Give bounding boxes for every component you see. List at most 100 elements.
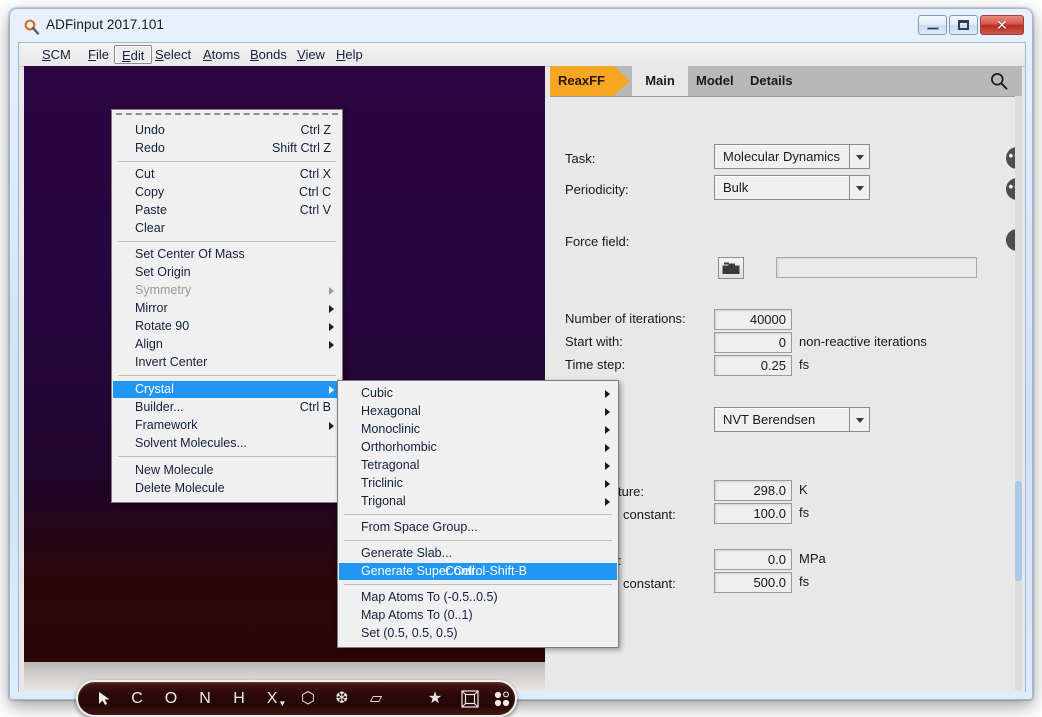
menu-tearoff-handle[interactable] — [116, 113, 338, 118]
menu-item-symmetry[interactable]: Symmetry — [113, 282, 341, 299]
submenu-item-map-atoms-centered[interactable]: Map Atoms To (-0.5..0.5) — [339, 589, 617, 606]
menu-item-label: Redo — [135, 141, 165, 155]
menu-item-align[interactable]: Align — [113, 336, 341, 353]
menu-item-label: Align — [135, 337, 163, 351]
start-with-input[interactable]: 0 — [714, 332, 792, 353]
menu-view[interactable]: View — [290, 45, 332, 64]
time-step-unit: fs — [799, 357, 810, 372]
carbon-tool[interactable]: C — [126, 682, 148, 715]
menu-item-label: Paste — [135, 203, 167, 217]
box-tool[interactable] — [457, 682, 483, 715]
menu-item-label: Set Center Of Mass — [135, 247, 245, 261]
menu-item-framework[interactable]: Framework — [113, 417, 341, 434]
chevron-down-icon[interactable] — [849, 176, 869, 199]
close-button[interactable]: ✕ — [980, 15, 1024, 35]
menu-item-invert-center[interactable]: Invert Center — [113, 354, 341, 371]
menu-item-copy[interactable]: Copy Ctrl C — [113, 184, 341, 201]
submenu-item-set-half[interactable]: Set (0.5, 0.5, 0.5) — [339, 625, 617, 642]
menu-bonds[interactable]: Bonds — [243, 45, 294, 64]
pressure-constant-input[interactable]: 500.0 — [714, 572, 792, 593]
ensemble-combobox[interactable]: NVT Berendsen — [714, 407, 870, 432]
menu-item-builder[interactable]: Builder... Ctrl B — [113, 399, 341, 416]
submenu-arrow-icon — [329, 341, 334, 349]
panel-scrollbar-thumb[interactable] — [1015, 481, 1022, 581]
pressure-input[interactable]: 0.0 — [714, 549, 792, 570]
submenu-item-cubic[interactable]: Cubic — [339, 385, 617, 402]
menu-separator — [118, 375, 336, 376]
tab-details[interactable]: Details — [750, 66, 793, 96]
submenu-arrow-icon — [329, 422, 334, 430]
menu-item-label: Invert Center — [135, 355, 208, 369]
temperature-constant-input[interactable]: 100.0 — [714, 503, 792, 524]
submenu-item-orthorhombic[interactable]: Orthorhombic — [339, 439, 617, 456]
menu-separator — [344, 540, 612, 541]
chevron-down-icon[interactable] — [849, 408, 869, 431]
submenu-item-monoclinic[interactable]: Monoclinic — [339, 421, 617, 438]
submenu-item-trigonal[interactable]: Trigonal — [339, 493, 617, 510]
oxygen-tool[interactable]: O — [160, 682, 182, 715]
menu-item-undo[interactable]: Undo Ctrl Z — [113, 122, 341, 139]
tab-reaxff[interactable]: ReaxFF — [550, 66, 614, 96]
submenu-arrow-icon — [329, 323, 334, 331]
menu-item-solvent-molecules[interactable]: Solvent Molecules... — [113, 435, 341, 452]
other-element-tool[interactable]: X▼ — [260, 682, 292, 715]
maximize-button[interactable] — [949, 15, 978, 35]
submenu-item-hexagonal[interactable]: Hexagonal — [339, 403, 617, 420]
snowflake-tool[interactable]: ❆ — [330, 682, 354, 715]
menu-item-label: Triclinic — [361, 476, 403, 490]
iterations-input[interactable]: 40000 — [714, 309, 792, 330]
window-title: ADFinput 2017.101 — [46, 17, 165, 32]
submenu-arrow-icon — [329, 305, 334, 313]
menu-item-mirror[interactable]: Mirror — [113, 300, 341, 317]
menu-help[interactable]: Help — [329, 45, 370, 64]
chevron-down-icon[interactable] — [849, 145, 869, 168]
menu-item-label: Copy — [135, 185, 165, 199]
submenu-item-from-space-group[interactable]: From Space Group... — [339, 519, 617, 536]
panel-scrollbar-track[interactable] — [1015, 96, 1022, 690]
menu-item-label: Hexagonal — [361, 404, 421, 418]
tab-model[interactable]: Model — [696, 66, 734, 96]
menu-atoms[interactable]: Atoms — [196, 45, 247, 64]
menu-item-paste[interactable]: Paste Ctrl V — [113, 202, 341, 219]
menu-item-delete-molecule[interactable]: Delete Molecule — [113, 480, 341, 497]
plane-tool[interactable]: ▱ — [364, 682, 388, 715]
task-combobox[interactable]: Molecular Dynamics — [714, 144, 870, 169]
menu-edit[interactable]: Edit — [114, 45, 153, 64]
menu-item-set-origin[interactable]: Set Origin — [113, 264, 341, 281]
ring-tool[interactable]: ⬡ — [296, 682, 320, 715]
menu-item-crystal[interactable]: Crystal — [113, 381, 341, 398]
points-tool[interactable] — [489, 682, 515, 715]
force-field-browse-button[interactable] — [718, 257, 744, 279]
temperature-input[interactable]: 298.0 — [714, 480, 792, 501]
menu-file[interactable]: File — [81, 45, 116, 64]
time-step-input[interactable]: 0.25 — [714, 355, 792, 376]
minimize-button[interactable] — [918, 15, 947, 35]
menu-item-new-molecule[interactable]: New Molecule — [113, 462, 341, 479]
menu-item-clear[interactable]: Clear — [113, 220, 341, 237]
select-arrow-icon[interactable] — [90, 682, 118, 715]
menu-item-set-center-of-mass[interactable]: Set Center Of Mass — [113, 246, 341, 263]
menu-item-label: Solvent Molecules... — [135, 436, 247, 450]
menu-separator — [344, 514, 612, 515]
submenu-item-tetragonal[interactable]: Tetragonal — [339, 457, 617, 474]
menu-item-label: Tetragonal — [361, 458, 420, 472]
hydrogen-tool[interactable]: H — [228, 682, 250, 715]
menu-item-label: Set Origin — [135, 265, 191, 279]
star-tool[interactable]: ★ — [423, 682, 447, 715]
submenu-item-triclinic[interactable]: Triclinic — [339, 475, 617, 492]
temperature-unit: K — [799, 482, 808, 497]
periodicity-combobox[interactable]: Bulk — [714, 175, 870, 200]
submenu-item-generate-slab[interactable]: Generate Slab... — [339, 545, 617, 562]
menu-scm[interactable]: SCM — [35, 45, 78, 64]
search-icon[interactable] — [990, 72, 1008, 90]
menu-item-rotate-90[interactable]: Rotate 90 — [113, 318, 341, 335]
submenu-item-map-atoms-unit[interactable]: Map Atoms To (0..1) — [339, 607, 617, 624]
menu-item-cut[interactable]: Cut Ctrl X — [113, 166, 341, 183]
force-field-input[interactable] — [776, 257, 977, 278]
menu-select[interactable]: Select — [148, 45, 198, 64]
tab-main[interactable]: Main — [632, 66, 688, 96]
close-icon: ✕ — [996, 17, 1008, 33]
menu-item-redo[interactable]: Redo Shift Ctrl Z — [113, 140, 341, 157]
nitrogen-tool[interactable]: N — [194, 682, 216, 715]
submenu-item-generate-super-cell[interactable]: Generate Super Cell... Control-Shift-B — [339, 563, 617, 580]
